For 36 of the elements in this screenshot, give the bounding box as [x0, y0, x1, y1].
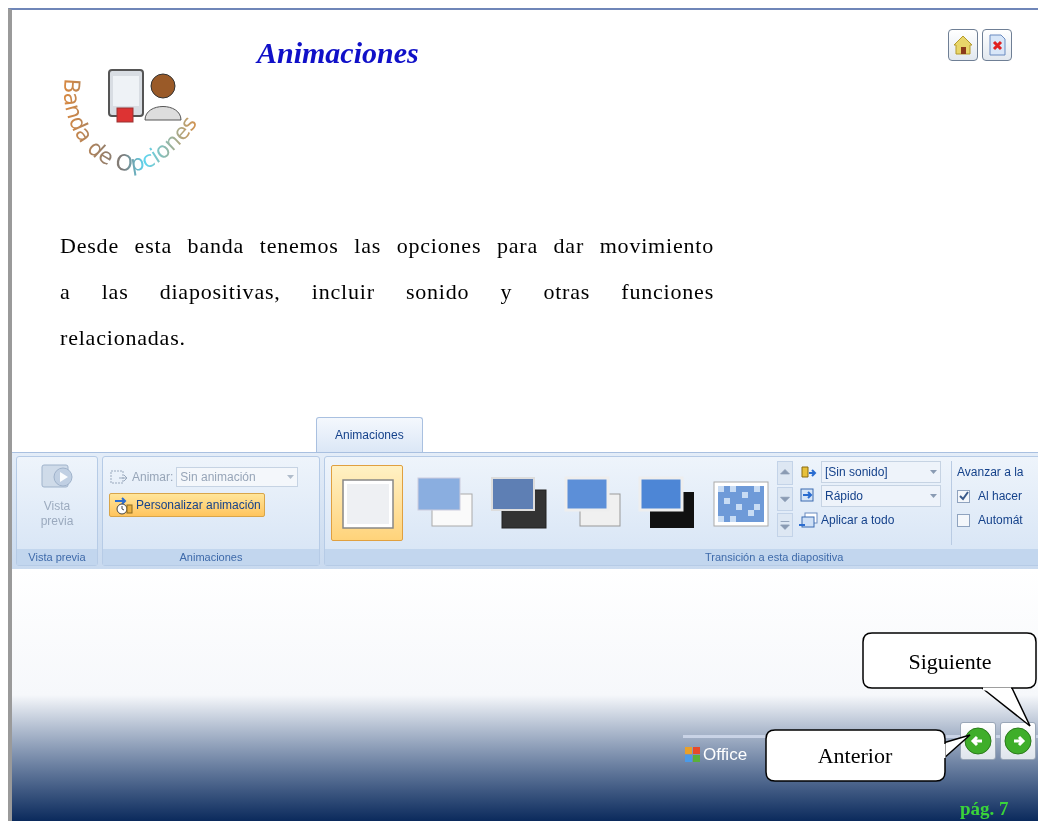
scroll-down-button[interactable]: [777, 487, 793, 511]
checkbox[interactable]: [957, 513, 970, 527]
checkbox-label: Automát: [978, 512, 1023, 529]
office-logo: Office: [685, 742, 748, 768]
dropdown-arrow-icon: [930, 470, 937, 474]
home-button[interactable]: [948, 29, 978, 61]
group-label: Animaciones: [103, 549, 319, 565]
group-label: Vista previa: [17, 549, 97, 565]
sound-dropdown[interactable]: [Sin sonido]: [821, 461, 941, 483]
advance-heading: Avanzar a la: [957, 464, 1024, 481]
slides-icon: [799, 511, 819, 529]
checkbox[interactable]: [957, 489, 970, 503]
group-label: Transición a esta diapositiva: [325, 549, 1038, 565]
scroll-up-button[interactable]: [777, 461, 793, 485]
dropdown-arrow-icon: [930, 494, 937, 498]
page-title: Animaciones: [257, 35, 419, 71]
animate-icon: [109, 469, 129, 485]
close-button[interactable]: [982, 29, 1012, 61]
speed-icon: [799, 487, 817, 505]
next-button[interactable]: [1000, 722, 1036, 760]
ribbon-tab[interactable]: Animaciones: [316, 417, 423, 452]
previous-button[interactable]: [960, 722, 996, 760]
checkmark-icon: [958, 491, 969, 501]
description-paragraph: Desde esta banda tenemos las opciones para dar movimiento a las diapositivas, incluir sonido y otras funciones relacionadas.: [60, 232, 714, 352]
callout-text: Anterior: [816, 741, 894, 770]
callout-text: Siguiente: [907, 647, 993, 676]
checkbox-label: Al hacer: [978, 488, 1023, 505]
more-icon: [778, 518, 792, 532]
page-number: pág. 7: [960, 797, 1009, 821]
speaker-arrow-icon: [799, 463, 817, 481]
speed-dropdown[interactable]: Rápido: [821, 485, 941, 507]
clock-arrow-icon: [113, 495, 133, 515]
more-button[interactable]: [777, 513, 793, 537]
apply-all-button[interactable]: Aplicar a todo: [799, 509, 895, 531]
dropdown-arrow-icon: [287, 475, 295, 479]
animate-label: Animar:: [132, 469, 174, 486]
